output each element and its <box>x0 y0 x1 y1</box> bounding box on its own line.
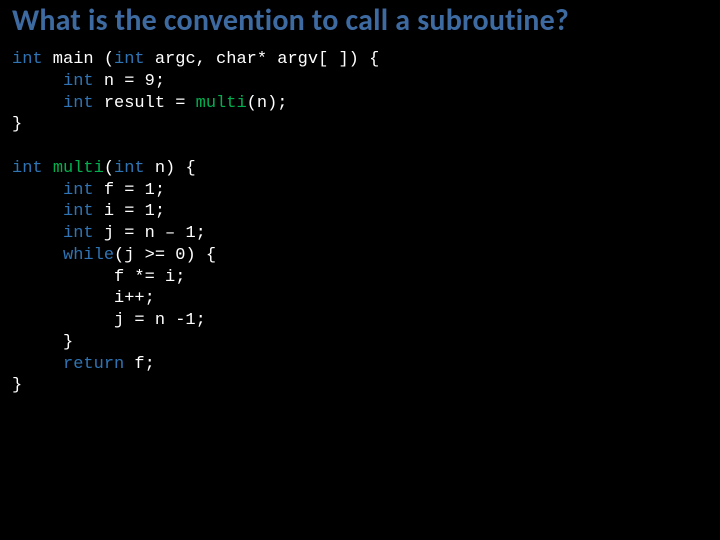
code-text: } <box>12 115 22 134</box>
code-text: (j >= 0) { <box>114 246 216 265</box>
code-text: j = n – 1; <box>94 224 206 243</box>
code-text <box>12 72 63 91</box>
code-text: result = <box>94 94 196 113</box>
code-text: f = 1; <box>94 181 165 200</box>
code-text <box>12 355 63 374</box>
code-text: ( <box>104 159 114 178</box>
code-text: } <box>12 376 22 395</box>
kw-int: int <box>63 224 94 243</box>
code-text <box>12 246 63 265</box>
kw-int: int <box>63 202 94 221</box>
code-text: i = 1; <box>94 202 165 221</box>
code-text: f; <box>124 355 155 374</box>
slide-title: What is the convention to call a subrout… <box>12 4 708 37</box>
kw-int: int <box>114 159 145 178</box>
code-text: f *= i; <box>12 268 185 287</box>
fn-multi: multi <box>53 159 104 178</box>
code-text: } <box>12 333 73 352</box>
code-text <box>43 159 53 178</box>
kw-while: while <box>63 246 114 265</box>
code-text <box>12 94 63 113</box>
code-text: argc, char* argv[ ]) { <box>145 50 380 69</box>
code-text <box>12 224 63 243</box>
code-text: (n); <box>247 94 288 113</box>
code-text: j = n -1; <box>12 311 206 330</box>
kw-int: int <box>114 50 145 69</box>
kw-int: int <box>12 50 43 69</box>
code-text: n) { <box>145 159 196 178</box>
kw-int: int <box>63 94 94 113</box>
code-text: n = 9; <box>94 72 165 91</box>
code-text <box>12 181 63 200</box>
kw-return: return <box>63 355 124 374</box>
kw-int: int <box>63 72 94 91</box>
kw-int: int <box>63 181 94 200</box>
slide: What is the convention to call a subrout… <box>0 0 720 540</box>
code-text: main ( <box>43 50 114 69</box>
code-block: int main (int argc, char* argv[ ]) { int… <box>12 49 708 397</box>
kw-int: int <box>12 159 43 178</box>
code-text <box>12 202 63 221</box>
fn-multi: multi <box>196 94 247 113</box>
code-text: i++; <box>12 289 155 308</box>
